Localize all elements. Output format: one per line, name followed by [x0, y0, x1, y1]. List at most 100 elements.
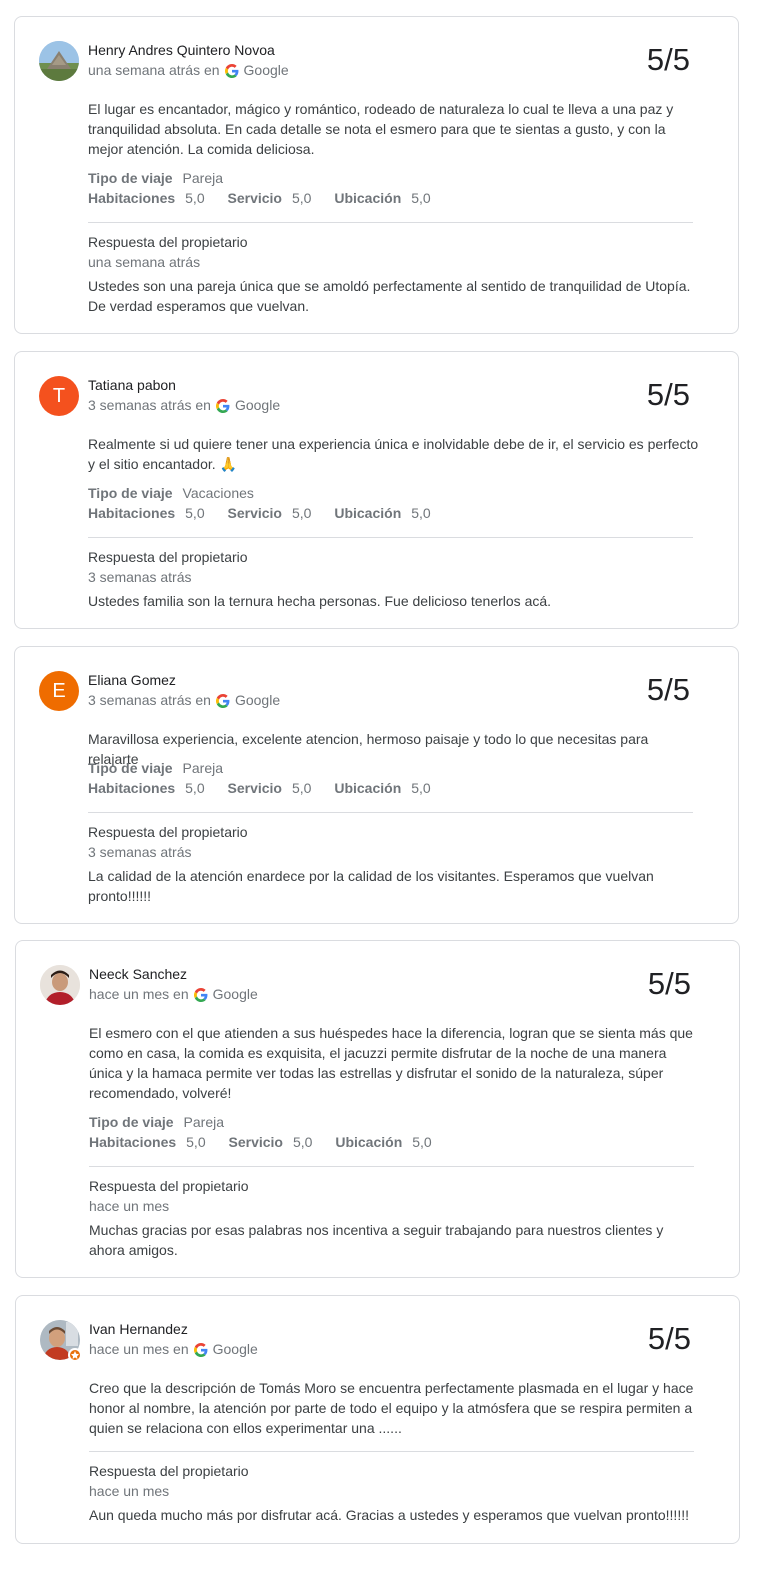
review-card: Ivan Hernandez hace un mes en Google 5/5…	[15, 1295, 740, 1544]
review-rating: 5/5	[646, 672, 690, 707]
rooms-value: 5,0	[185, 190, 205, 206]
location-value: 5,0	[412, 1134, 432, 1150]
review-card: T Tatiana pabon 3 semanas atrás en Googl…	[14, 351, 739, 629]
review-attributes: Tipo de viaje Pareja Habitaciones 5,0 Serv…	[88, 758, 450, 798]
owner-reply-text: Muchas gracias por esas palabras nos inc…	[89, 1222, 664, 1258]
reviewer-name[interactable]: Henry Andres Quintero Novoa	[88, 40, 275, 60]
location-label: Ubicación	[334, 505, 402, 521]
trip-type-value: Pareja	[182, 170, 224, 186]
review-source[interactable]: Google	[213, 1339, 258, 1359]
location-value: 5,0	[411, 780, 431, 796]
divider	[89, 1166, 694, 1167]
review-time: 3 semanas atrás en	[88, 692, 211, 708]
reviewer-name[interactable]: Eliana Gomez	[88, 670, 176, 690]
service-value: 5,0	[291, 190, 312, 206]
owner-reply-title: Respuesta del propietario	[88, 549, 248, 565]
rooms-label: Habitaciones	[88, 505, 176, 521]
service-label: Servicio	[227, 190, 282, 206]
review-source[interactable]: Google	[213, 984, 258, 1004]
review-text: El lugar es encantador, mágico y románti…	[88, 101, 674, 157]
review-time: hace un mes en	[89, 986, 189, 1002]
review-source[interactable]: Google	[235, 395, 280, 415]
review-time: 3 semanas atrás en	[88, 397, 211, 413]
google-icon	[215, 693, 230, 708]
rooms-label: Habitaciones	[88, 190, 176, 206]
review-card: Henry Andres Quintero Novoa una semana a…	[14, 16, 739, 334]
review-card: E Eliana Gomez 3 semanas atrás en Google…	[14, 646, 739, 924]
trip-type-label: Tipo de viaje	[88, 170, 173, 186]
rooms-value: 5,0	[185, 780, 205, 796]
owner-reply-time: 3 semanas atrás	[88, 844, 192, 860]
owner-reply-text: Ustedes familia son la ternura hecha per…	[88, 593, 552, 609]
review-rating: 5/5	[647, 966, 691, 1001]
reviewer-avatar-icon[interactable]: E	[39, 671, 79, 711]
owner-reply-time: hace un mes	[89, 1198, 170, 1214]
review-meta: 3 semanas atrás en Google	[88, 690, 280, 710]
rooms-label: Habitaciones	[88, 780, 176, 796]
divider	[89, 1451, 694, 1452]
service-label: Servicio	[227, 505, 282, 521]
review-time: una semana atrás en	[88, 62, 220, 78]
rooms-value: 5,0	[186, 1134, 206, 1150]
review-source[interactable]: Google	[235, 690, 280, 710]
review-meta: una semana atrás en Google	[88, 60, 289, 80]
reviewer-avatar-icon[interactable]	[40, 1320, 82, 1362]
service-value: 5,0	[291, 505, 312, 521]
local-guide-badge-icon	[68, 1348, 82, 1362]
rooms-value: 5,0	[185, 505, 205, 521]
reviewer-name[interactable]: Neeck Sanchez	[89, 964, 187, 984]
google-icon	[224, 63, 239, 78]
avatar-letter: E	[52, 679, 66, 702]
review-time: hace un mes en	[89, 1341, 189, 1357]
trip-type-label: Tipo de viaje	[88, 485, 173, 501]
review-rating: 5/5	[646, 377, 690, 412]
rooms-label: Habitaciones	[89, 1134, 177, 1150]
google-icon	[193, 1342, 208, 1357]
reviewer-avatar-icon[interactable]	[39, 41, 79, 81]
google-icon	[193, 987, 208, 1002]
review-meta: hace un mes en Google	[89, 1339, 258, 1359]
service-value: 5,0	[291, 780, 312, 796]
owner-reply-time: hace un mes	[89, 1483, 170, 1499]
review-text: El esmero con el que atienden a sus hués…	[89, 1025, 693, 1101]
owner-reply-title: Respuesta del propietario	[89, 1178, 249, 1194]
reviewer-avatar-icon[interactable]: T	[39, 376, 79, 416]
location-value: 5,0	[411, 190, 431, 206]
service-label: Servicio	[227, 780, 282, 796]
review-attributes: Tipo de viaje Vacaciones Habitaciones 5,0 …	[88, 483, 450, 523]
location-label: Ubicación	[334, 190, 402, 206]
divider	[88, 537, 693, 538]
trip-type-value: Pareja	[183, 1114, 225, 1130]
trip-type-value: Vacaciones	[182, 485, 254, 501]
reviewer-name[interactable]: Tatiana pabon	[88, 375, 176, 395]
review-rating: 5/5	[647, 1321, 691, 1356]
review-meta: 3 semanas atrás en Google	[88, 395, 280, 415]
reviewer-name[interactable]: Ivan Hernandez	[89, 1319, 188, 1339]
review-source[interactable]: Google	[244, 60, 289, 80]
trip-type-label: Tipo de viaje	[89, 1114, 174, 1130]
review-card: Neeck Sanchez hace un mes en Google 5/5 …	[15, 940, 740, 1278]
owner-reply-text: La calidad de la atención enardece por l…	[88, 868, 654, 904]
location-value: 5,0	[411, 505, 431, 521]
owner-reply-title: Respuesta del propietario	[88, 824, 248, 840]
location-label: Ubicación	[335, 1134, 403, 1150]
owner-reply-text: Ustedes son una pareja única que se amol…	[88, 278, 691, 314]
divider	[88, 812, 693, 813]
trip-type-value: Pareja	[182, 760, 224, 776]
reviews-page: Henry Andres Quintero Novoa una semana a…	[0, 0, 764, 1587]
reviewer-avatar-icon[interactable]	[40, 965, 80, 1005]
review-text: Creo que la descripción de Tomás Moro se…	[89, 1380, 694, 1436]
owner-reply-title: Respuesta del propietario	[89, 1463, 249, 1479]
review-text: Realmente si ud quiere tener una experie…	[88, 436, 699, 472]
service-value: 5,0	[292, 1134, 313, 1150]
owner-reply-time: una semana atrás	[88, 254, 201, 270]
review-attributes: Tipo de viaje Pareja Habitaciones 5,0 Serv…	[88, 168, 450, 208]
service-label: Servicio	[228, 1134, 283, 1150]
location-label: Ubicación	[334, 780, 402, 796]
google-icon	[215, 398, 230, 413]
review-attributes: Tipo de viaje Pareja Habitaciones 5,0 Serv…	[89, 1112, 451, 1152]
review-rating: 5/5	[646, 42, 690, 77]
owner-reply-time: 3 semanas atrás	[88, 569, 192, 585]
trip-type-label: Tipo de viaje	[88, 760, 173, 776]
owner-reply-title: Respuesta del propietario	[88, 234, 248, 250]
